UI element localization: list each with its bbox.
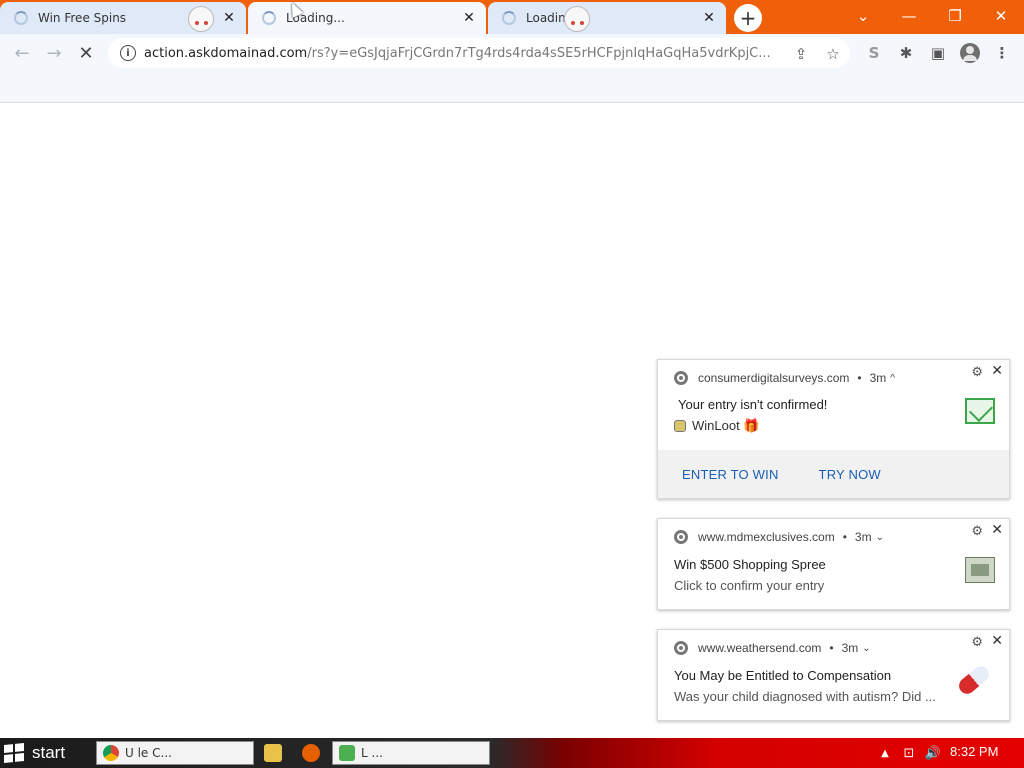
taskbar-item-label: L ... (361, 746, 383, 760)
notification-card[interactable]: www.weathersend.com • 3m ⌄ ⚙ ✕ You May b… (657, 629, 1010, 721)
notification-time: 3m (854, 530, 872, 544)
expand-chevron-icon[interactable]: ⌄ (876, 532, 884, 543)
url-path: /rs?y=eGsJqjaFrjCGrdn7rTg4rds4rda4sSE5rH… (307, 45, 771, 61)
collapse-chevron-icon[interactable]: ^ (890, 373, 895, 384)
tab-loading[interactable]: Loading... ✕ (488, 2, 726, 34)
notification-body: Click to confirm your entry (674, 578, 825, 593)
forward-button[interactable]: → (42, 41, 66, 65)
notification-site: consumerdigitalsurveys.com (698, 371, 850, 385)
gear-icon[interactable]: ⚙ (971, 523, 983, 539)
chrome-icon (103, 745, 119, 761)
notification-close-button[interactable]: ✕ (991, 521, 1003, 538)
notification-time: 3m (869, 371, 887, 385)
url-host: action.askdomainad.com (144, 45, 308, 61)
notification-title: Win $500 Shopping Spree (674, 557, 826, 572)
notification-body: Was your child diagnosed with autism? Di… (674, 689, 936, 704)
chrome-icon (674, 371, 688, 385)
tab-loading-active[interactable]: Loading... ✕ (248, 2, 486, 34)
window-close-button[interactable]: ✕ (988, 4, 1014, 28)
share-icon[interactable]: ⇪ (792, 45, 810, 63)
stop-loading-button[interactable]: ✕ (74, 41, 98, 65)
taskbar-item-label: U le C... (125, 746, 172, 760)
notification-close-button[interactable]: ✕ (991, 362, 1003, 379)
network-icon[interactable]: ⊡ (900, 745, 918, 761)
notification-close-button[interactable]: ✕ (991, 632, 1003, 649)
notification-site: www.weathersend.com (698, 641, 822, 655)
taskbar-item-window[interactable]: L ... (332, 741, 490, 765)
enter-to-win-button[interactable]: ENTER TO WIN (682, 467, 779, 482)
taskbar: start U le C... L ... ▲ ⊡ 🔊 8:32 PM (0, 738, 1024, 768)
notification-header: consumerdigitalsurveys.com • 3m ^ (674, 371, 895, 385)
tab-strip: Win Free Spins ✕ Loading... ✕ Loading...… (0, 0, 1024, 34)
browser-menu-icon[interactable]: ⋮ (992, 43, 1012, 63)
tray-expand-icon[interactable]: ▲ (876, 745, 894, 761)
side-panel-icon[interactable]: ▣ (928, 43, 948, 63)
clock[interactable]: 8:32 PM (950, 744, 998, 759)
chrome-icon (674, 530, 688, 544)
expand-chevron-icon[interactable]: ⌄ (862, 643, 870, 654)
money-envelope-icon (965, 398, 995, 424)
notification-site: www.mdmexclusives.com (698, 530, 835, 544)
extensions-puzzle-icon[interactable]: ✱ (896, 43, 916, 63)
pill-capsule-icon (955, 662, 993, 698)
chrome-icon (674, 641, 688, 655)
minimize-button[interactable]: — (896, 4, 922, 28)
tab-close-button[interactable]: ✕ (220, 9, 238, 27)
notification-card[interactable]: consumerdigitalsurveys.com • 3m ^ ⚙ ✕ Yo… (657, 359, 1010, 499)
separator-dot: • (842, 530, 847, 544)
extension-s-icon[interactable]: S (864, 43, 884, 63)
windows-logo-icon (4, 742, 24, 764)
bookmark-star-icon[interactable]: ☆ (824, 45, 842, 63)
tab-close-button[interactable]: ✕ (700, 9, 718, 27)
tab-close-button[interactable]: ✕ (460, 9, 478, 27)
new-tab-button[interactable]: + (734, 4, 762, 32)
tab-title: Loading... (286, 11, 345, 25)
loading-spinner-icon (502, 11, 516, 25)
winloot-badge-icon (674, 420, 686, 432)
firefox-icon[interactable] (302, 744, 320, 762)
notification-actions: ENTER TO WIN TRY NOW (658, 450, 1009, 498)
notification-header: www.mdmexclusives.com • 3m ⌄ (674, 530, 884, 544)
tab-title: Loading... (526, 11, 585, 25)
file-explorer-icon[interactable] (264, 744, 282, 762)
notification-header: www.weathersend.com • 3m ⌄ (674, 641, 871, 655)
tab-win-free-spins[interactable]: Win Free Spins ✕ (0, 2, 246, 34)
start-label: start (32, 743, 66, 762)
restore-button[interactable]: ❐ (942, 4, 968, 28)
gear-icon[interactable]: ⚙ (971, 364, 983, 380)
site-info-icon[interactable]: i (120, 45, 136, 61)
back-button[interactable]: ← (10, 41, 34, 65)
separator-dot: • (857, 371, 862, 385)
taskbar-item-chrome[interactable]: U le C... (96, 741, 254, 765)
mascot-favicon-icon (564, 6, 590, 32)
app-icon (339, 745, 355, 761)
notification-body: WinLoot 🎁 (674, 418, 760, 434)
cash-image-icon (965, 557, 995, 583)
try-now-button[interactable]: TRY NOW (819, 467, 881, 482)
profile-avatar-icon[interactable] (960, 43, 980, 63)
notification-title: Your entry isn't confirmed! (678, 397, 828, 412)
gear-icon[interactable]: ⚙ (971, 634, 983, 650)
start-button[interactable]: start (4, 740, 65, 766)
loading-spinner-icon (262, 11, 276, 25)
tab-search-dropdown-icon[interactable]: ⌄ (850, 4, 876, 28)
notification-card[interactable]: www.mdmexclusives.com • 3m ⌄ ⚙ ✕ Win $50… (657, 518, 1010, 610)
url-text[interactable]: action.askdomainad.com/rs?y=eGsJqjaFrjCG… (144, 46, 784, 61)
volume-icon[interactable]: 🔊 (924, 745, 942, 761)
loading-spinner-icon (14, 11, 28, 25)
mascot-favicon-icon (188, 6, 214, 32)
notification-time: 3m (841, 641, 859, 655)
notification-title: You May be Entitled to Compensation (674, 668, 892, 683)
bookmarks-bar (0, 72, 1024, 103)
address-bar[interactable]: i action.askdomainad.com/rs?y=eGsJqjaFrj… (108, 38, 850, 68)
separator-dot: • (829, 641, 834, 655)
